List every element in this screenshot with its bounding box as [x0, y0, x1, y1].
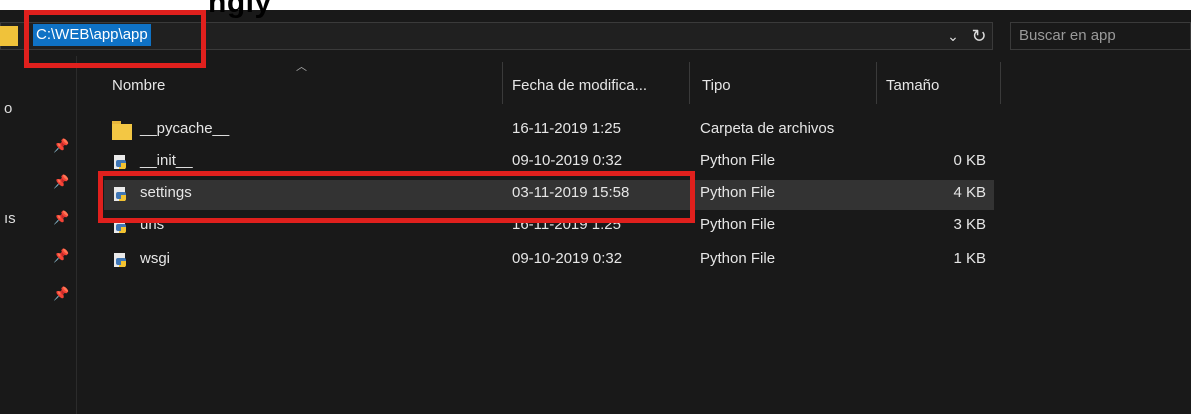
file-name: __pycache__ — [140, 120, 230, 137]
column-header-name[interactable]: Nombre — [112, 72, 165, 104]
column-separator[interactable] — [689, 62, 690, 104]
top-fragment-text: ngly — [208, 0, 272, 19]
folder-icon — [0, 26, 18, 46]
pin-icon[interactable]: 📌 — [53, 174, 69, 190]
column-header-modified[interactable]: Fecha de modifica... — [512, 72, 647, 104]
file-row[interactable]: wsgi 09-10-2019 0:32 Python File 1 KB — [104, 246, 994, 276]
file-type: Python File — [700, 152, 776, 169]
file-modified: 16-11-2019 1:25 — [512, 120, 621, 137]
pin-icon[interactable]: 📌 — [53, 286, 69, 302]
file-size: 0 KB — [953, 152, 986, 169]
file-type: Python File — [700, 184, 776, 201]
pin-icon[interactable]: 📌 — [53, 210, 69, 226]
sort-up-icon: ︿ — [296, 61, 307, 73]
annotation-highlight-address — [24, 10, 206, 68]
pin-icon[interactable]: 📌 — [53, 248, 69, 264]
file-modified: 09-10-2019 0:32 — [512, 152, 623, 169]
python-file-icon — [112, 252, 130, 270]
chevron-down-icon[interactable]: ⌄ — [943, 25, 963, 47]
file-modified: 09-10-2019 0:32 — [512, 250, 623, 267]
refresh-icon[interactable]: ↻ — [966, 23, 992, 49]
nav-pane-divider — [76, 56, 77, 414]
column-header-size[interactable]: Tamaño — [886, 72, 939, 104]
pin-icon[interactable]: 📌 — [53, 138, 69, 154]
file-name: __init__ — [140, 152, 193, 169]
search-input[interactable]: Buscar en app — [1010, 22, 1191, 50]
file-name: wsgi — [140, 250, 171, 267]
annotation-highlight-settings — [98, 171, 695, 223]
file-type: Python File — [700, 216, 776, 233]
search-placeholder: Buscar en app — [1019, 27, 1116, 44]
top-strip: ngly — [0, 0, 1191, 19]
file-type: Carpeta de archivos — [700, 120, 835, 137]
file-explorer-window: ngly C:\WEB\app\app ⌄ ↻ Buscar en app o … — [0, 0, 1191, 414]
nav-item-fragment[interactable]: ıs — [4, 210, 16, 227]
file-size: 3 KB — [953, 216, 986, 233]
column-header-type[interactable]: Tipo — [702, 72, 731, 104]
file-row[interactable]: __pycache__ 16-11-2019 1:25 Carpeta de a… — [104, 116, 994, 146]
file-size: 4 KB — [953, 184, 986, 201]
folder-icon — [112, 121, 132, 140]
python-file-icon — [112, 154, 130, 172]
file-type: Python File — [700, 250, 776, 267]
nav-item-fragment[interactable]: o — [4, 100, 12, 117]
column-separator[interactable] — [1000, 62, 1001, 104]
column-separator[interactable] — [876, 62, 877, 104]
column-separator[interactable] — [502, 62, 503, 104]
file-size: 1 KB — [953, 250, 986, 267]
